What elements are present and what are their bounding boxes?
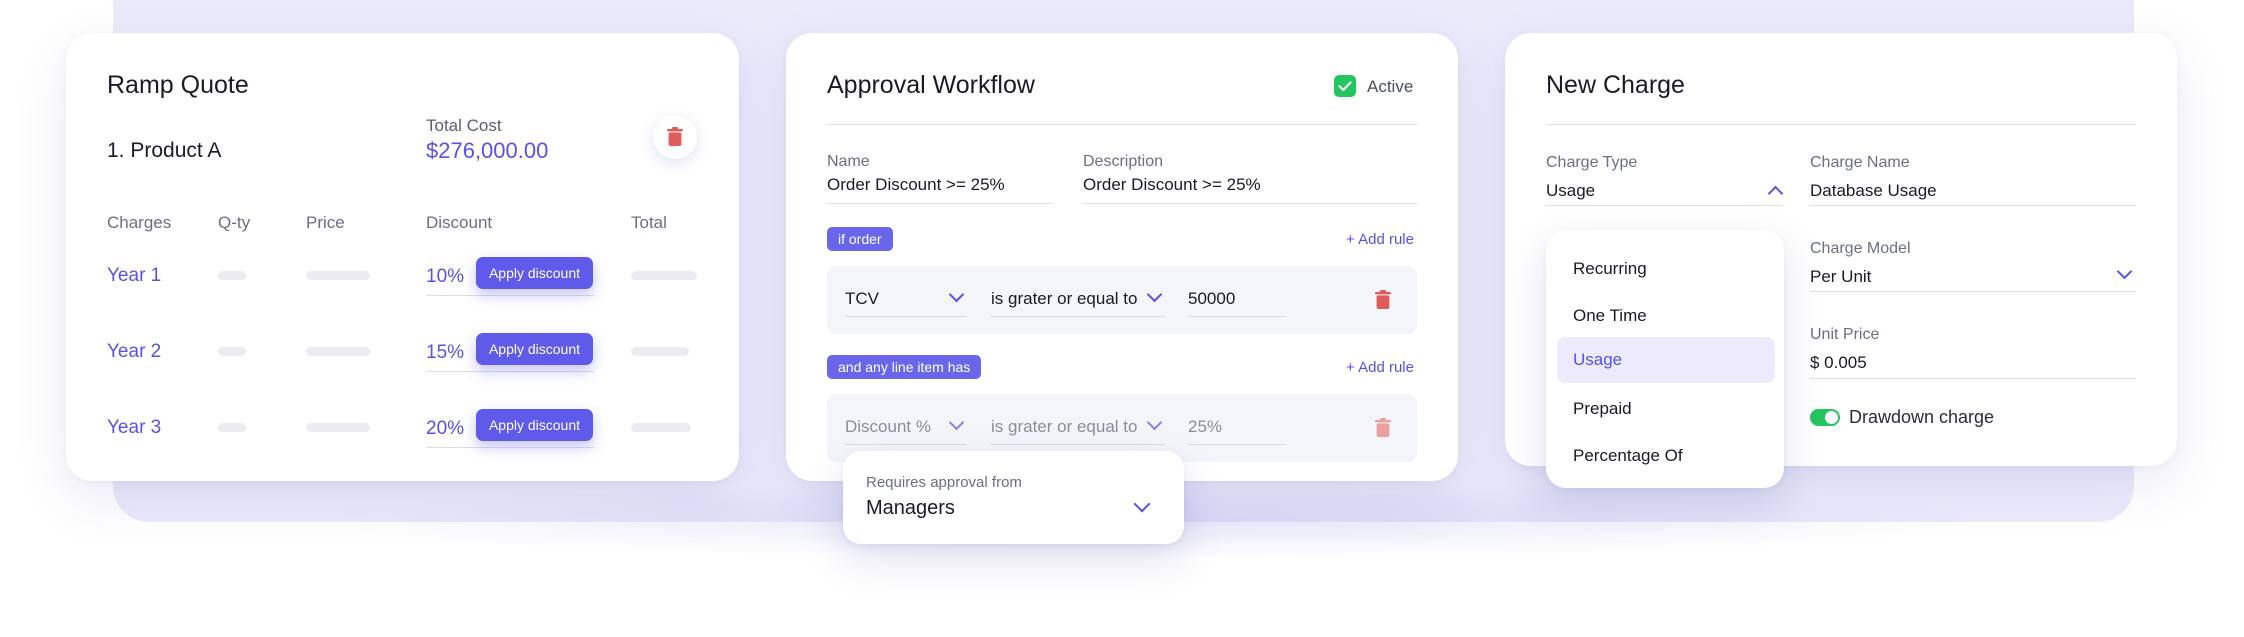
charge-model-underline: [1810, 291, 2136, 292]
add-rule-link[interactable]: + Add rule: [1346, 359, 1414, 376]
option-prepaid[interactable]: Prepaid: [1557, 386, 1775, 432]
charge-model-label: Charge Model: [1810, 240, 1911, 257]
qty-placeholder-bar: [218, 423, 246, 432]
header-divider: [1546, 124, 2136, 125]
rule-row-1: TCV is grater or equal to 50000: [827, 266, 1417, 334]
drawdown-label: Drawdown charge: [1849, 407, 1995, 427]
qty-placeholder-bar: [218, 347, 246, 356]
description-field[interactable]: Order Discount >= 25%: [1083, 175, 1417, 195]
charge-name-input[interactable]: Database Usage: [1810, 181, 1937, 201]
rule-operator-select[interactable]: is grater or equal to: [991, 417, 1137, 437]
name-field-underline: [827, 203, 1052, 204]
total-placeholder-bar: [631, 271, 697, 280]
row-year-label: Year 1: [107, 265, 162, 286]
column-total: Total: [631, 213, 667, 232]
charge-name-underline: [1810, 205, 2136, 206]
chevron-down-icon[interactable]: [1146, 286, 1163, 303]
add-rule-link[interactable]: + Add rule: [1346, 231, 1414, 248]
charge-model-select[interactable]: Per Unit: [1810, 267, 1871, 287]
ramp-quote-title: Ramp Quote: [107, 71, 249, 99]
price-placeholder-bar: [306, 423, 370, 432]
input-underline: [1188, 316, 1286, 317]
rule-value-input[interactable]: 50000: [1188, 289, 1235, 309]
ramp-quote-card: Ramp Quote 1. Product A Total Cost $276,…: [66, 33, 739, 481]
select-underline: [991, 316, 1165, 317]
total-cost-value: $276,000.00: [426, 138, 549, 163]
check-icon: [1338, 81, 1352, 92]
description-field-underline: [1083, 203, 1417, 204]
approval-select-value: Managers: [866, 497, 955, 519]
header-divider: [827, 124, 1417, 125]
discount-value: 20%: [426, 418, 465, 439]
price-placeholder-bar: [306, 347, 370, 356]
charge-type-label: Charge Type: [1546, 154, 1638, 171]
unit-price-label: Unit Price: [1810, 326, 1880, 343]
unit-price-input[interactable]: $ 0.005: [1810, 353, 1867, 373]
row-year-label: Year 3: [107, 417, 162, 438]
drawdown-toggle[interactable]: [1810, 409, 1840, 426]
name-label: Name: [827, 153, 870, 170]
select-underline: [845, 444, 967, 445]
new-charge-title: New Charge: [1546, 71, 1685, 99]
toggle-knob: [1825, 411, 1838, 424]
name-field[interactable]: Order Discount >= 25%: [827, 175, 1052, 195]
line-item-tag: and any line item has: [827, 355, 982, 379]
trash-icon[interactable]: [1375, 290, 1391, 309]
description-label: Description: [1083, 153, 1164, 170]
discount-underline: [426, 371, 594, 372]
price-placeholder-bar: [306, 271, 370, 280]
column-qty: Q-ty: [218, 213, 251, 232]
select-underline: [845, 316, 967, 317]
chevron-down-icon[interactable]: [2116, 263, 2133, 280]
option-one-time[interactable]: One Time: [1557, 293, 1775, 339]
active-checkbox[interactable]: [1334, 75, 1356, 97]
charge-name-label: Charge Name: [1810, 154, 1910, 171]
trash-icon[interactable]: [1375, 418, 1391, 437]
column-charges: Charges: [107, 213, 172, 232]
chevron-up-icon[interactable]: [1767, 185, 1784, 202]
approval-workflow-card: Approval Workflow Active Name Order Disc…: [786, 33, 1458, 481]
approval-select-label: Requires approval from: [866, 474, 1022, 491]
charge-type-underline: [1546, 205, 1782, 206]
rule-field-select[interactable]: Discount %: [845, 417, 931, 437]
total-cost-label: Total Cost: [426, 116, 502, 135]
apply-discount-button[interactable]: Apply discount: [476, 409, 593, 441]
column-discount: Discount: [426, 213, 493, 232]
chevron-down-icon[interactable]: [1133, 495, 1151, 513]
charge-type-select[interactable]: Usage: [1546, 181, 1595, 201]
total-placeholder-bar: [631, 347, 689, 356]
discount-underline: [426, 447, 594, 448]
input-underline: [1188, 444, 1286, 445]
chevron-down-icon[interactable]: [948, 286, 965, 303]
option-usage[interactable]: Usage: [1557, 337, 1775, 383]
option-percentage-of[interactable]: Percentage Of: [1557, 433, 1775, 479]
apply-discount-button[interactable]: Apply discount: [476, 257, 593, 289]
delete-product-button[interactable]: [653, 115, 697, 159]
select-underline: [991, 444, 1165, 445]
row-year-label: Year 2: [107, 341, 162, 362]
discount-value: 15%: [426, 342, 465, 363]
total-placeholder-bar: [631, 423, 691, 432]
chevron-down-icon[interactable]: [948, 414, 965, 431]
unit-price-underline: [1810, 378, 2136, 379]
column-price: Price: [306, 213, 345, 232]
product-name: 1. Product A: [107, 139, 222, 162]
if-order-tag: if order: [827, 227, 893, 251]
discount-value: 10%: [426, 266, 465, 287]
apply-discount-button[interactable]: Apply discount: [476, 333, 593, 365]
rule-operator-select[interactable]: is grater or equal to: [991, 289, 1137, 309]
rule-value-input[interactable]: 25%: [1188, 417, 1222, 437]
discount-underline: [426, 295, 594, 296]
rule-field-select[interactable]: TCV: [845, 289, 879, 309]
option-recurring[interactable]: Recurring: [1557, 246, 1775, 292]
active-label: Active: [1367, 77, 1414, 96]
qty-placeholder-bar: [218, 271, 246, 280]
chevron-down-icon[interactable]: [1146, 414, 1163, 431]
approval-select[interactable]: Requires approval from Managers: [843, 451, 1184, 544]
approval-workflow-title: Approval Workflow: [827, 71, 1035, 99]
trash-icon: [667, 127, 683, 146]
charge-type-dropdown: Recurring One Time Usage Prepaid Percent…: [1546, 230, 1784, 488]
